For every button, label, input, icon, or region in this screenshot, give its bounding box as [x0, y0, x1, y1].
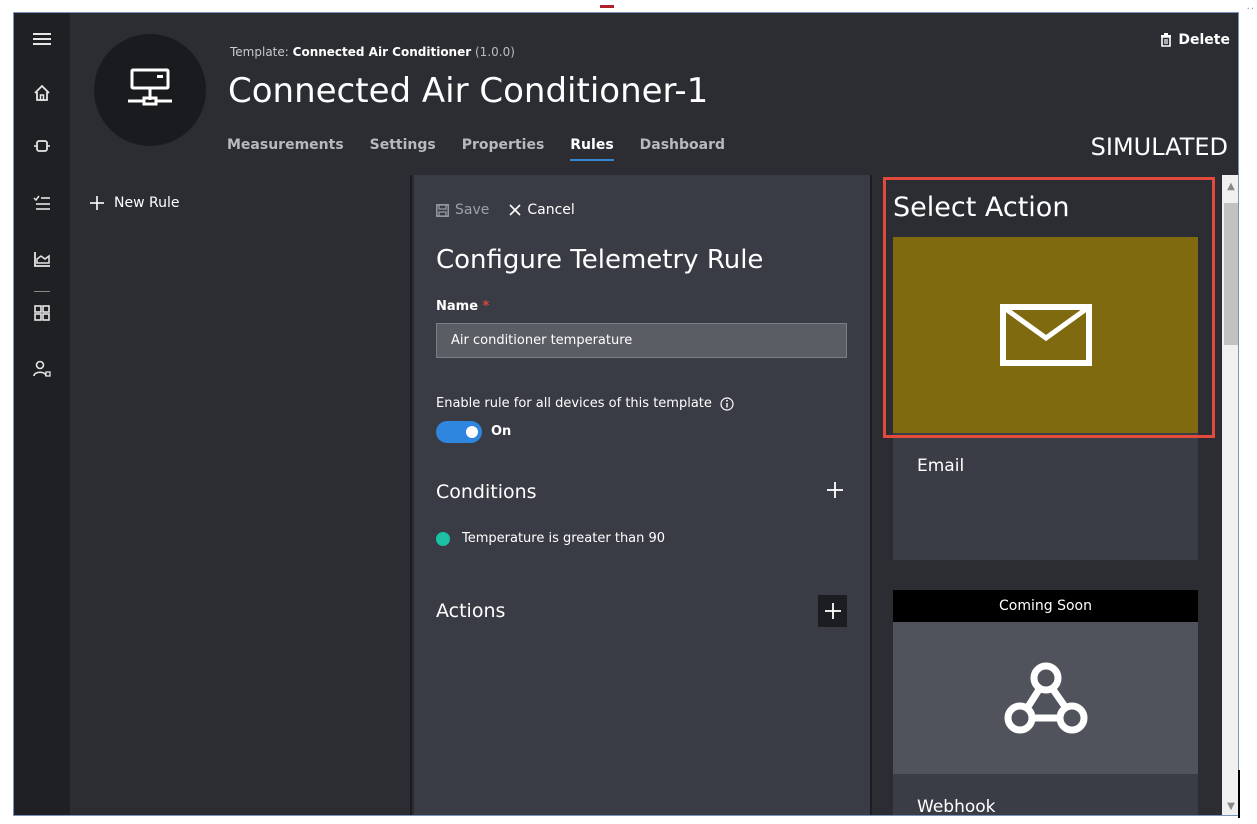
webhook-icon [1004, 662, 1087, 734]
template-label: Template: [230, 45, 289, 59]
select-action-panel: Select Action Email Coming Soon Webhook … [874, 175, 1238, 816]
rules-list-icon[interactable] [14, 183, 70, 223]
close-icon [509, 204, 521, 216]
vertical-scrollbar[interactable]: ▲ ▼ [1222, 175, 1238, 815]
save-icon [436, 203, 449, 217]
condition-status-dot [436, 531, 450, 546]
device-icon [128, 68, 172, 106]
toggle-knob [466, 426, 478, 438]
device-avatar [94, 34, 206, 146]
name-field-label: Name * [436, 299, 489, 314]
plus-icon [824, 603, 841, 619]
new-rule-label: New Rule [114, 195, 180, 211]
analytics-icon[interactable] [14, 239, 70, 279]
add-condition-button[interactable] [822, 477, 848, 503]
add-action-button[interactable] [818, 595, 847, 627]
template-name: Connected Air Conditioner [292, 45, 472, 59]
configure-rule-panel: Save Cancel Configure Telemetry Rule Nam… [414, 175, 872, 815]
webhook-action-card [893, 622, 1198, 774]
dashboard-grid-icon[interactable] [14, 293, 70, 333]
enable-rule-label: Enable rule for all devices of this temp… [436, 396, 734, 411]
actions-heading: Actions [436, 600, 506, 622]
tab-settings[interactable]: Settings [370, 137, 436, 161]
devices-icon[interactable] [14, 126, 70, 166]
tab-measurements[interactable]: Measurements [227, 137, 344, 161]
rules-list-panel: New Rule [70, 175, 412, 815]
webhook-action-label: Webhook [917, 797, 996, 816]
enable-rule-toggle[interactable] [436, 421, 482, 443]
scroll-down-arrow[interactable]: ▼ [1222, 797, 1238, 815]
plus-icon [90, 196, 104, 210]
delete-button[interactable]: Delete [1160, 32, 1230, 48]
plus-icon [827, 482, 843, 498]
condition-item[interactable]: Temperature is greater than 90 [436, 531, 665, 546]
toggle-state-label: On [491, 424, 512, 439]
corner-dots: ·· [1246, 4, 1255, 15]
name-label-text: Name [436, 299, 479, 314]
webhook-action-card-body: Webhook [893, 774, 1198, 816]
coming-soon-banner: Coming Soon [893, 590, 1198, 622]
scroll-thumb[interactable] [1224, 203, 1238, 345]
template-info: Template: Connected Air Conditioner (1.0… [230, 45, 515, 59]
save-button[interactable]: Save [436, 202, 489, 218]
condition-text: Temperature is greater than 90 [462, 531, 666, 546]
email-action-card-body[interactable]: Email [893, 433, 1198, 560]
cancel-button[interactable]: Cancel [509, 202, 575, 218]
tab-properties[interactable]: Properties [462, 137, 545, 161]
edge-mark [1238, 770, 1240, 818]
delete-label: Delete [1178, 32, 1230, 48]
configure-rule-title: Configure Telemetry Rule [436, 245, 764, 275]
users-icon[interactable] [14, 349, 70, 389]
required-mark: * [482, 299, 490, 314]
device-tabs: Measurements Settings Properties Rules D… [227, 137, 751, 161]
tab-rules[interactable]: Rules [570, 137, 614, 161]
tab-dashboard[interactable]: Dashboard [640, 137, 725, 161]
left-nav-rail [14, 13, 70, 815]
email-action-label: Email [917, 456, 965, 476]
rail-separator [34, 291, 50, 292]
trash-icon [1161, 33, 1172, 47]
info-icon[interactable] [720, 396, 734, 411]
conditions-heading: Conditions [436, 481, 537, 503]
top-stray-mark [600, 0, 614, 8]
highlight-box [883, 177, 1215, 438]
app-window: Template: Connected Air Conditioner (1.0… [13, 12, 1239, 816]
template-version: (1.0.0) [475, 45, 515, 59]
enable-rule-text: Enable rule for all devices of this temp… [436, 396, 712, 411]
new-rule-button[interactable]: New Rule [90, 195, 179, 211]
page-title: Connected Air Conditioner-1 [228, 71, 709, 111]
cancel-label: Cancel [527, 202, 575, 218]
home-icon[interactable] [14, 73, 70, 113]
device-header: Template: Connected Air Conditioner (1.0… [70, 13, 1238, 175]
status-badge: SIMULATED [1090, 133, 1228, 161]
menu-icon[interactable] [14, 19, 70, 59]
scroll-up-arrow[interactable]: ▲ [1222, 177, 1238, 195]
save-label: Save [455, 202, 490, 218]
rule-name-input[interactable] [436, 323, 847, 358]
rule-toolbar: Save Cancel [436, 202, 575, 218]
